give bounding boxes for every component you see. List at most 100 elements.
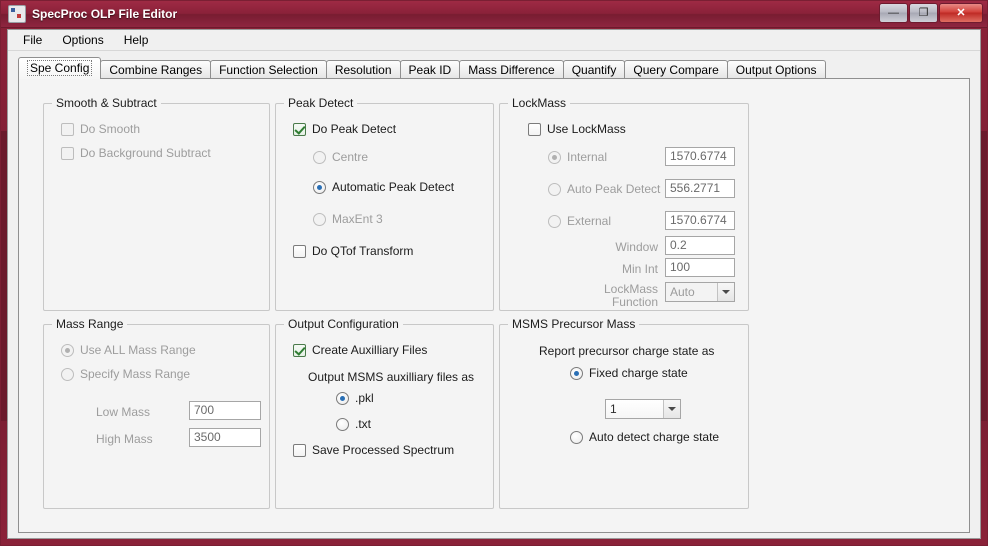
internal-mass-input[interactable]: 1570.6774: [665, 147, 735, 166]
group-output-configuration: Output Configuration Create Auxilliary F…: [275, 317, 494, 509]
low-mass-input[interactable]: 700: [189, 401, 261, 420]
menu-item-file[interactable]: File: [14, 31, 51, 49]
tab-page-spe-config: Smooth & Subtract Do Smooth Do Backgroun…: [18, 78, 970, 533]
specify-mass-range-label: Specify Mass Range: [80, 367, 191, 381]
fixed-charge-state-select[interactable]: 1: [605, 399, 681, 419]
radio-txt[interactable]: .txt: [336, 417, 371, 431]
do-background-subtract-label: Do Background Subtract: [80, 146, 211, 160]
radio-specify-mass-range[interactable]: Specify Mass Range: [61, 367, 190, 381]
tab-quantify-label: Quantify: [571, 63, 617, 77]
lockmass-function-value: Auto: [670, 285, 695, 299]
pkl-radio-button: [336, 391, 349, 405]
tab-resolution-label: Resolution: [334, 63, 392, 77]
checkbox-save-processed-spectrum[interactable]: Save Processed Spectrum: [293, 443, 454, 457]
high-mass-label: High Mass: [96, 432, 153, 446]
lockmass-function-label-line1: LockMass: [603, 282, 658, 296]
high-mass-input[interactable]: 3500: [189, 428, 261, 447]
title-bar[interactable]: SpecProc OLP File Editor — ❐ ✕: [1, 1, 987, 28]
do-peak-detect-label: Do Peak Detect: [312, 122, 397, 136]
group-output-configuration-title: Output Configuration: [284, 317, 403, 331]
min-int-input[interactable]: 100: [665, 258, 735, 277]
tab-query-compare-label: Query Compare: [633, 63, 719, 77]
radio-centre[interactable]: Centre: [313, 150, 368, 164]
checkbox-create-auxiliary-files[interactable]: Create Auxilliary Files: [293, 343, 427, 357]
tab-combine-ranges[interactable]: Combine Ranges: [100, 60, 212, 79]
chevron-down-icon: [717, 283, 734, 301]
maximize-button[interactable]: ❐: [909, 3, 938, 23]
group-smooth-subtract: Smooth & Subtract Do Smooth Do Backgroun…: [43, 96, 270, 311]
use-lockmass-label: Use LockMass: [547, 122, 626, 136]
group-mass-range-title: Mass Range: [52, 317, 128, 331]
save-processed-spectrum-label: Save Processed Spectrum: [312, 443, 455, 457]
min-int-label: Min Int: [621, 262, 658, 276]
menu-item-help[interactable]: Help: [115, 31, 158, 49]
automatic-peak-detect-radio-button: [313, 180, 326, 194]
tab-resolution[interactable]: Resolution: [325, 60, 401, 79]
tab-mass-difference-label: Mass Difference: [468, 63, 555, 77]
chevron-down-icon-charge: [663, 400, 680, 418]
radio-auto-peak-detect[interactable]: Auto Peak Detect: [548, 182, 660, 196]
txt-radio-button: [336, 417, 349, 431]
fixed-charge-state-value: 1: [610, 402, 617, 416]
tab-list: Spe Config Combine Ranges Function Selec…: [18, 57, 980, 79]
tab-function-selection[interactable]: Function Selection: [210, 60, 327, 79]
radio-maxent3[interactable]: MaxEnt 3: [313, 212, 383, 226]
external-mass-input[interactable]: 1570.6774: [665, 211, 735, 230]
application-window: SpecProc OLP File Editor — ❐ ✕ File Opti…: [0, 0, 988, 546]
menu-item-options[interactable]: Options: [53, 31, 112, 49]
low-mass-label: Low Mass: [96, 405, 151, 419]
save-processed-spectrum-checkbox-box: [293, 443, 306, 457]
minimize-icon: —: [888, 6, 899, 19]
window-title: SpecProc OLP File Editor: [32, 7, 178, 21]
group-msms-precursor-mass-title: MSMS Precursor Mass: [508, 317, 640, 331]
title-bar-left: SpecProc OLP File Editor: [8, 5, 177, 23]
internal-radio-button: [548, 150, 561, 164]
fixed-charge-state-radio-button: [570, 366, 583, 380]
specify-mass-range-radio-button: [61, 367, 74, 381]
close-button[interactable]: ✕: [939, 3, 983, 23]
do-smooth-checkbox-box: [61, 122, 74, 136]
checkbox-do-smooth[interactable]: Do Smooth: [61, 122, 140, 136]
tab-spe-config[interactable]: Spe Config: [18, 57, 102, 79]
radio-external[interactable]: External: [548, 214, 611, 228]
tab-peak-id-label: Peak ID: [408, 63, 452, 77]
auto-peak-detect-radio-button: [548, 182, 561, 196]
radio-pkl[interactable]: .pkl: [336, 391, 374, 405]
window-frame: SpecProc OLP File Editor — ❐ ✕ File Opti…: [0, 0, 988, 546]
group-smooth-subtract-title: Smooth & Subtract: [52, 96, 161, 110]
tab-output-options[interactable]: Output Options: [726, 60, 826, 79]
client-area: File Options Help Spe Config Combine Ran…: [7, 29, 981, 539]
window-right-accent: [981, 131, 987, 421]
lockmass-function-select[interactable]: Auto: [665, 282, 735, 302]
maxent3-radio-button: [313, 212, 326, 226]
create-auxiliary-files-checkbox-box: [293, 343, 306, 357]
auto-peak-detect-label: Auto Peak Detect: [567, 182, 661, 196]
auto-peak-detect-mass-input[interactable]: 556.2771: [665, 179, 735, 198]
radio-automatic-peak-detect[interactable]: Automatic Peak Detect: [313, 180, 454, 194]
use-lockmass-checkbox-box: [528, 122, 541, 136]
checkbox-do-qtof-transform[interactable]: Do QTof Transform: [293, 244, 413, 258]
tab-quantify[interactable]: Quantify: [562, 60, 626, 79]
radio-auto-detect-charge-state[interactable]: Auto detect charge state: [570, 430, 719, 444]
checkbox-do-peak-detect[interactable]: Do Peak Detect: [293, 122, 396, 136]
tab-spe-config-label: Spe Config: [27, 60, 93, 76]
checkbox-do-background-subtract[interactable]: Do Background Subtract: [61, 146, 211, 160]
do-smooth-label: Do Smooth: [80, 122, 141, 136]
menu-bar: File Options Help: [8, 30, 980, 51]
tab-combine-ranges-label: Combine Ranges: [109, 63, 203, 77]
automatic-peak-detect-label: Automatic Peak Detect: [332, 180, 455, 194]
tab-peak-id[interactable]: Peak ID: [399, 60, 461, 79]
radio-internal[interactable]: Internal: [548, 150, 607, 164]
pkl-label: .pkl: [355, 391, 374, 405]
auto-detect-charge-state-label: Auto detect charge state: [589, 430, 720, 444]
minimize-button[interactable]: —: [879, 3, 908, 23]
group-lockmass-title: LockMass: [508, 96, 571, 110]
close-icon: ✕: [956, 6, 966, 19]
tab-mass-difference[interactable]: Mass Difference: [459, 60, 564, 79]
radio-fixed-charge-state[interactable]: Fixed charge state: [570, 366, 688, 380]
report-precursor-charge-label: Report precursor charge state as: [539, 344, 715, 358]
checkbox-use-lockmass[interactable]: Use LockMass: [528, 122, 626, 136]
tab-query-compare[interactable]: Query Compare: [624, 60, 728, 79]
window-input[interactable]: 0.2: [665, 236, 735, 255]
radio-use-all-mass-range[interactable]: Use ALL Mass Range: [61, 343, 196, 357]
